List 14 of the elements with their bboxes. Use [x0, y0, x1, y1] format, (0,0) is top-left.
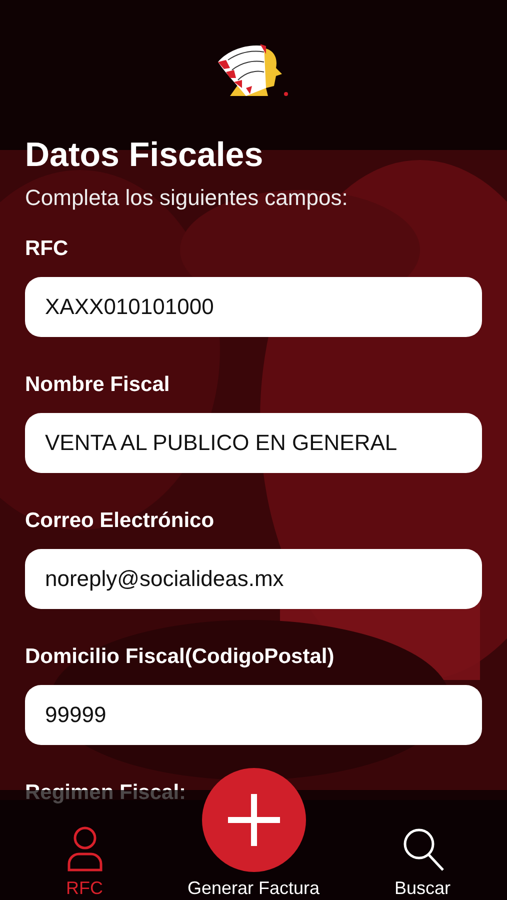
field-label: RFC [25, 237, 68, 261]
input-field[interactable]: XAXX010101000 [25, 277, 482, 337]
page-title: Datos Fiscales [25, 136, 264, 175]
input-field[interactable]: 99999 [25, 685, 482, 745]
input-field[interactable]: noreply@socialideas.mx [25, 549, 482, 609]
tab[interactable]: Generar Factura [187, 878, 320, 900]
tab[interactable]: RFC [62, 826, 106, 900]
field-label: Nombre Fiscal [25, 373, 170, 397]
tab[interactable]: Buscar [394, 826, 451, 900]
field-label: Correo Electrónico [25, 509, 214, 533]
field-label: Domicilio Fiscal(CodigoPostal) [25, 645, 334, 669]
field-label: Regimen Fiscal: [25, 781, 186, 805]
input-field[interactable]: VENTA AL PUBLICO EN GENERAL [25, 413, 482, 473]
subtitle: Completa los siguientes campos: [25, 185, 349, 211]
